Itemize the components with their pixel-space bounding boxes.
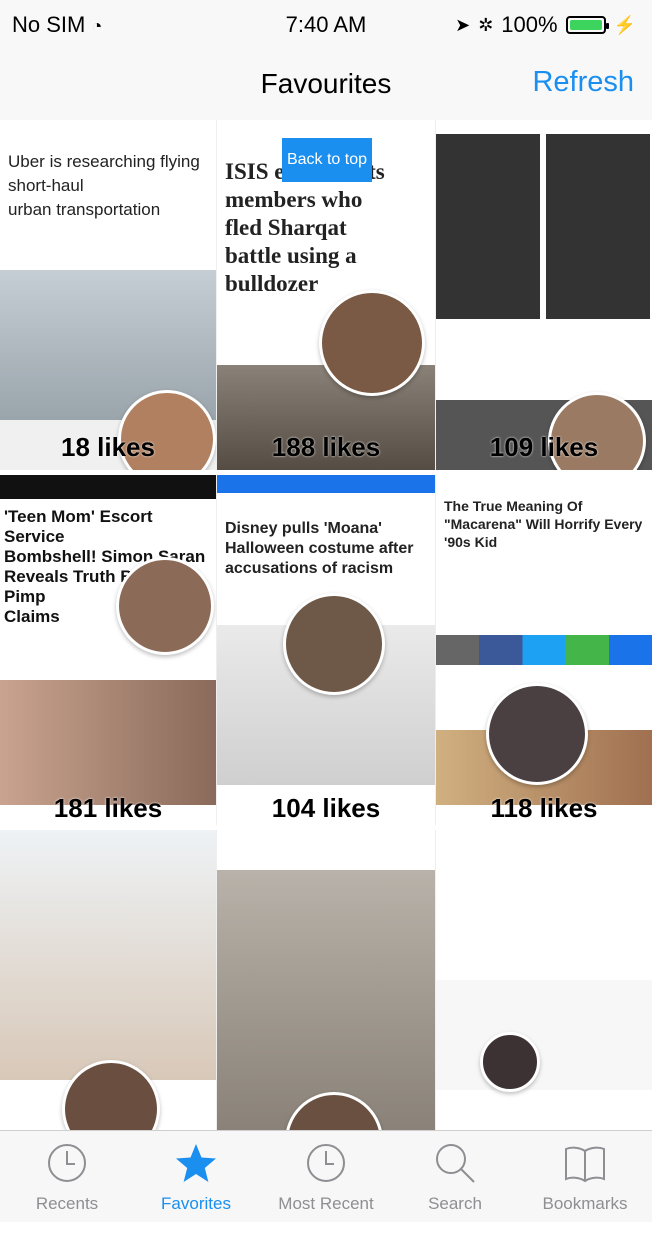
site-header — [217, 475, 435, 493]
tab-recents[interactable]: Recents — [2, 1131, 132, 1223]
charging-icon: ⚡ — [613, 14, 636, 35]
article-header: Uber is researching flying short-haul ur… — [0, 140, 216, 260]
back-to-top-button[interactable]: Back to top — [282, 138, 372, 182]
tweet-card — [436, 980, 652, 1090]
book-icon — [565, 1146, 605, 1183]
article-header: The True Meaning Of "Macarena" Will Horr… — [436, 493, 652, 563]
refresh-button[interactable]: Refresh — [532, 66, 634, 99]
tab-favorites[interactable]: Favorites — [131, 1131, 261, 1223]
avatar — [486, 683, 588, 785]
tab-label: Most Recent — [278, 1194, 374, 1213]
article-line: battle using a — [225, 243, 357, 268]
article-line: accusations of racism — [225, 560, 394, 577]
avatar — [480, 1032, 540, 1092]
search-icon — [436, 1144, 475, 1183]
tab-label: Recents — [35, 1194, 99, 1213]
article-line: urban transportation — [8, 200, 161, 219]
tile-1[interactable]: Uber is researching flying short-haul ur… — [0, 120, 217, 470]
avatar — [116, 557, 214, 655]
share-bar — [436, 635, 652, 665]
tab-search[interactable]: Search — [390, 1131, 520, 1223]
tile-6[interactable]: The True Meaning Of "Macarena" Will Horr… — [436, 475, 652, 825]
article-line: fled Sharqat — [225, 215, 347, 240]
avatar — [283, 593, 385, 695]
clock-icon — [48, 1144, 86, 1182]
status-right: ➤ ✲ 100% ⚡ — [455, 12, 636, 38]
tile-8[interactable] — [217, 830, 436, 1130]
tile-7[interactable] — [0, 830, 217, 1130]
article-image — [0, 830, 216, 1080]
article-line: Halloween costume after — [225, 540, 414, 557]
bluetooth-icon: ✲ — [478, 14, 494, 35]
beatles-image — [436, 134, 652, 319]
site-header — [0, 475, 216, 499]
likes-count: 188 likes — [271, 432, 381, 462]
article-image — [217, 870, 435, 1130]
nav-bar: Favourites Refresh — [0, 48, 652, 121]
likes-count: 109 likes — [489, 432, 599, 462]
tile-9[interactable] — [436, 830, 652, 1130]
tab-bar: Recents Favorites Most Recent Search Boo… — [0, 1130, 652, 1223]
article-line: 'Teen Mom' Escort Service — [4, 507, 153, 546]
tile-3[interactable]: 109 likes — [436, 120, 652, 470]
article-line: The True Meaning Of — [444, 498, 583, 514]
avatar — [319, 290, 425, 396]
article-text — [436, 325, 652, 400]
tab-most-recent[interactable]: Most Recent — [261, 1131, 391, 1223]
article-line: Disney pulls 'Moana' — [225, 520, 382, 537]
status-bar: No SIM ◔ 7:40 AM ➤ ✲ 100% ⚡ — [0, 0, 652, 48]
tile-4[interactable]: 'Teen Mom' Escort Service Bombshell! Sim… — [0, 475, 217, 825]
tab-label: Search — [428, 1194, 482, 1213]
battery-percent: 100% — [501, 12, 558, 37]
favourites-grid[interactable]: Uber is researching flying short-haul ur… — [0, 120, 652, 1130]
article-line: "Macarena" Will Horrify Every — [444, 516, 643, 532]
article-line: Uber is researching flying — [8, 152, 200, 171]
likes-count: 181 likes — [53, 793, 163, 823]
article-line: short-haul — [8, 176, 84, 195]
tab-label: Bookmarks — [542, 1194, 628, 1213]
app-frame: No SIM ◔ 7:40 AM ➤ ✲ 100% ⚡ Favourites R… — [0, 0, 652, 1242]
article-header: Disney pulls 'Moana' Halloween costume a… — [217, 511, 435, 591]
tab-bookmarks[interactable]: Bookmarks — [520, 1131, 650, 1223]
article-image — [0, 680, 216, 805]
article-line: members who — [225, 187, 363, 212]
likes-count: 104 likes — [271, 793, 381, 823]
clock-icon — [307, 1144, 345, 1182]
battery-icon — [565, 16, 609, 34]
location-icon: ➤ — [455, 14, 471, 35]
article-line: bulldozer — [225, 271, 319, 296]
tile-5[interactable]: Disney pulls 'Moana' Halloween costume a… — [217, 475, 436, 825]
bottom-strip — [0, 1222, 652, 1242]
tweet-card — [436, 870, 652, 940]
tab-label: Favorites — [161, 1194, 231, 1213]
likes-count: 118 likes — [490, 793, 598, 823]
star-icon — [176, 1144, 216, 1182]
likes-count: 18 likes — [61, 432, 155, 462]
article-line: '90s Kid — [444, 534, 498, 550]
